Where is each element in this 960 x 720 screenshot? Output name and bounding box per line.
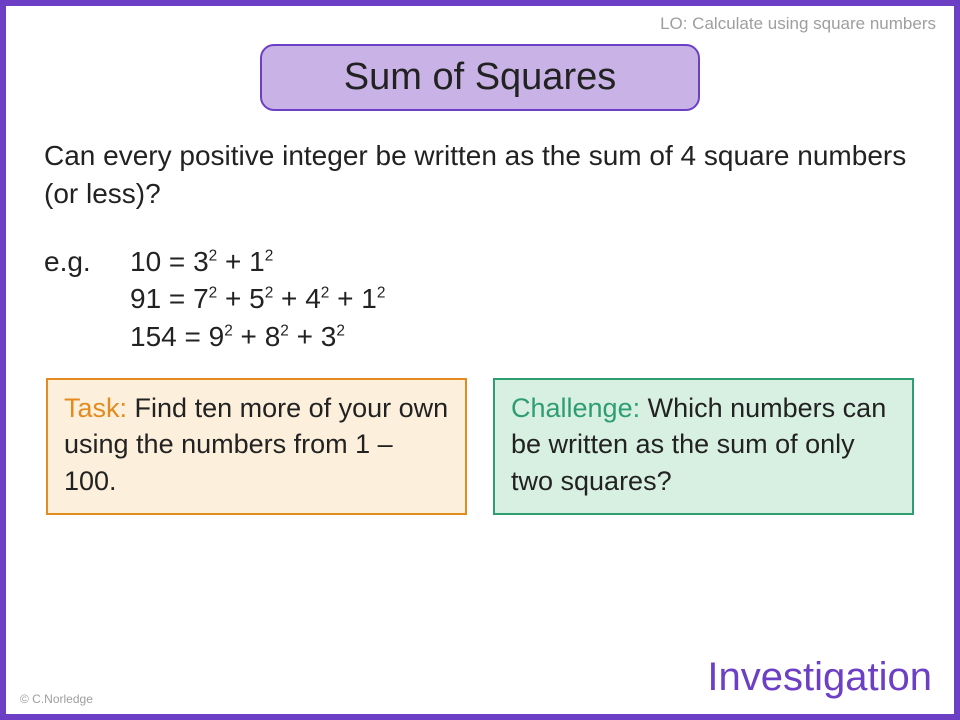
example-expression: 10 = 32 + 12	[130, 243, 273, 281]
example-label: e.g.	[44, 243, 130, 281]
example-label	[44, 280, 130, 318]
task-box: Task: Find ten more of your own using th…	[46, 378, 467, 515]
title-box: Sum of Squares	[260, 44, 700, 111]
footer-category: Investigation	[707, 655, 932, 700]
copyright: © C.Norledge	[20, 692, 93, 706]
example-expression: 91 = 72 + 52 + 42 + 12	[130, 280, 385, 318]
task-challenge-row: Task: Find ten more of your own using th…	[44, 378, 916, 515]
challenge-title: Challenge:	[511, 393, 640, 423]
example-row: 154 = 92 + 82 + 32	[44, 318, 916, 356]
example-row: e.g.10 = 32 + 12	[44, 243, 916, 281]
learning-objective: LO: Calculate using square numbers	[660, 14, 936, 34]
task-title: Task:	[64, 393, 127, 423]
challenge-box: Challenge: Which numbers can be written …	[493, 378, 914, 515]
content-area: Can every positive integer be written as…	[28, 137, 932, 515]
worksheet-frame: LO: Calculate using square numbers Sum o…	[0, 0, 960, 720]
example-row: 91 = 72 + 52 + 42 + 12	[44, 280, 916, 318]
page-title: Sum of Squares	[274, 56, 686, 99]
example-label	[44, 318, 130, 356]
main-question: Can every positive integer be written as…	[44, 137, 916, 213]
examples-block: e.g.10 = 32 + 1291 = 72 + 52 + 42 + 1215…	[44, 243, 916, 356]
example-expression: 154 = 92 + 82 + 32	[130, 318, 345, 356]
